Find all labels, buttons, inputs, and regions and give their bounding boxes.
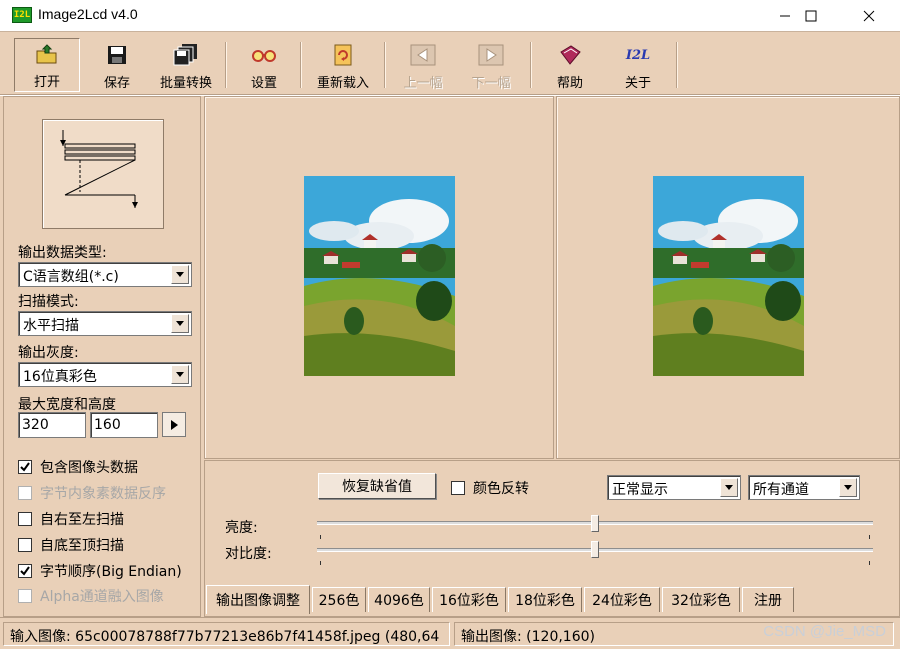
maximize-button[interactable] (788, 0, 834, 31)
checkmark-icon (20, 566, 30, 576)
reload-icon (329, 42, 357, 68)
tab-18bit-color[interactable]: 18位彩色 (508, 587, 582, 612)
watermark: CSDN @Jie_MSD (763, 623, 886, 640)
contrast-slider-thumb[interactable] (591, 541, 599, 558)
output-type-label: 输出数据类型: (18, 245, 107, 261)
checkbox-box[interactable] (18, 460, 32, 474)
output-type-select[interactable]: C语言数组(*.c) (18, 262, 192, 287)
open-folder-icon (33, 41, 61, 67)
tab-output-adjust[interactable]: 输出图像调整 (206, 585, 310, 614)
chevron-down-icon[interactable] (171, 265, 189, 284)
next-button[interactable]: 下一幅 (464, 40, 518, 92)
checkbox-big-endian[interactable]: 字节顺序(Big Endian) (18, 562, 182, 580)
checkbox-box[interactable] (18, 486, 32, 500)
reset-defaults-button[interactable]: 恢复缺省值 (318, 473, 436, 499)
toolbar-separator (384, 42, 386, 88)
checkbox-box[interactable] (18, 512, 32, 526)
gray-level-select[interactable]: 16位真彩色 (18, 362, 192, 387)
chevron-down-icon[interactable] (171, 365, 189, 384)
display-mode-select[interactable]: 正常显示 (607, 475, 741, 500)
slider-tick (320, 561, 321, 565)
reload-button[interactable]: 重新载入 (310, 40, 376, 92)
checkbox-reverse-pixel[interactable]: 字节内象素数据反序 (18, 484, 166, 502)
toolbar-separator (225, 42, 227, 88)
input-image-pane (204, 96, 554, 459)
brightness-slider-thumb[interactable] (591, 515, 599, 532)
close-icon (863, 10, 875, 21)
tab-32bit-color[interactable]: 32位彩色 (662, 587, 740, 612)
checkmark-icon (20, 462, 30, 472)
help-book-icon (556, 42, 584, 68)
settings-panel: 输出数据类型: C语言数组(*.c) 扫描模式: 水平扫描 输出灰度: 16位真… (3, 96, 201, 617)
tab-register[interactable]: 注册 (742, 587, 794, 612)
toolbar-separator (530, 42, 532, 88)
checkbox-include-header[interactable]: 包含图像头数据 (18, 458, 138, 476)
i2l-logo-icon: I2L (625, 47, 651, 63)
contrast-label: 对比度: (225, 546, 272, 562)
slider-tick (320, 535, 321, 539)
app-icon: I2L (12, 7, 32, 23)
arrow-left-icon (409, 42, 437, 68)
stacked-disks-icon (172, 42, 200, 68)
close-button[interactable] (846, 0, 892, 31)
scan-direction-icon (60, 130, 138, 208)
checkbox-right-to-left[interactable]: 自右至左扫描 (18, 510, 124, 528)
slider-tick (869, 561, 870, 565)
floppy-disk-icon (103, 42, 131, 68)
toolbar: 打开 保存 批量转换 设置 重新载入 上一幅 下一幅 帮助 I2L 关于 (0, 31, 900, 95)
brightness-label: 亮度: (225, 520, 258, 536)
glasses-icon (250, 42, 278, 68)
max-width-input[interactable]: 320 (18, 412, 86, 438)
tab-256-color[interactable]: 256色 (312, 587, 366, 612)
settings-button[interactable]: 设置 (238, 40, 290, 92)
checkbox-box[interactable] (451, 481, 465, 495)
chevron-down-icon[interactable] (171, 314, 189, 333)
chevron-down-icon[interactable] (720, 478, 738, 497)
max-size-label: 最大宽度和高度 (18, 397, 116, 413)
gray-level-label: 输出灰度: (18, 345, 79, 361)
toolbar-separator (676, 42, 678, 88)
title-bar: I2L Image2Lcd v4.0 (0, 0, 900, 31)
checkbox-alpha-blend[interactable]: Alpha通道融入图像 (18, 587, 164, 605)
scan-mode-select[interactable]: 水平扫描 (18, 311, 192, 336)
apply-size-button[interactable] (162, 412, 186, 437)
scan-preview (42, 119, 164, 229)
input-image (304, 176, 455, 376)
chevron-down-icon[interactable] (839, 478, 857, 497)
output-image-pane (556, 96, 900, 459)
checkbox-box[interactable] (18, 564, 32, 578)
input-image-status: 输入图像: 65c00078788f77b77213e86b7f41458f.j… (3, 622, 450, 646)
previous-button[interactable]: 上一幅 (396, 40, 450, 92)
arrow-right-icon (477, 42, 505, 68)
status-bar: 输入图像: 65c00078788f77b77213e86b7f41458f.j… (0, 617, 900, 649)
batch-convert-button[interactable]: 批量转换 (152, 40, 220, 92)
channel-select[interactable]: 所有通道 (748, 475, 860, 500)
slider-tick (869, 535, 870, 539)
window-title: Image2Lcd v4.0 (38, 6, 138, 22)
open-button[interactable]: 打开 (14, 38, 80, 92)
toolbar-separator (300, 42, 302, 88)
tab-24bit-color[interactable]: 24位彩色 (584, 587, 660, 612)
scan-mode-label: 扫描模式: (18, 294, 79, 310)
tab-4096-color[interactable]: 4096色 (368, 587, 430, 612)
tab-16bit-color[interactable]: 16位彩色 (432, 587, 506, 612)
checkbox-box[interactable] (18, 589, 32, 603)
save-button[interactable]: 保存 (92, 40, 142, 92)
checkbox-invert-colors[interactable]: 颜色反转 (451, 479, 529, 497)
maximize-icon (805, 10, 817, 21)
play-arrow-icon (170, 419, 178, 430)
about-button[interactable]: I2L 关于 (612, 40, 664, 92)
main-area: 输出数据类型: C语言数组(*.c) 扫描模式: 水平扫描 输出灰度: 16位真… (0, 96, 900, 617)
max-height-input[interactable]: 160 (90, 412, 158, 438)
checkbox-box[interactable] (18, 538, 32, 552)
help-button[interactable]: 帮助 (544, 40, 596, 92)
checkbox-bottom-to-top[interactable]: 自底至顶扫描 (18, 536, 124, 554)
output-image (653, 176, 804, 376)
